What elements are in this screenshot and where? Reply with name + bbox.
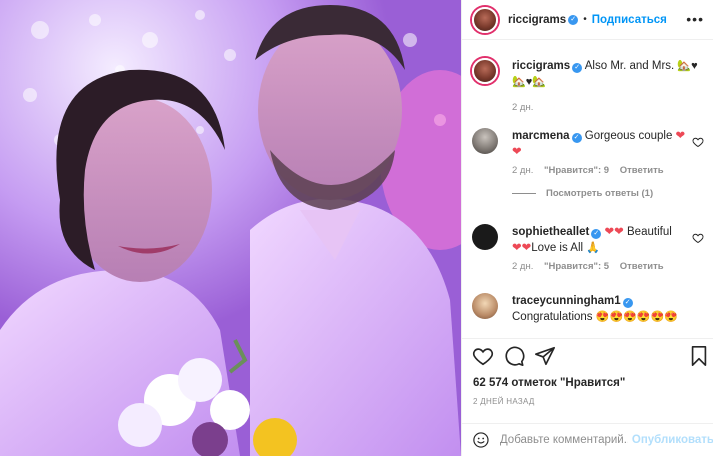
comment-text: Congratulations (512, 311, 593, 323)
post-timestamp: 2 ДНЕЙ НАЗАД (473, 397, 535, 406)
caption: riccigrams ✓ Also Mr. and Mrs. 🏡♥🏡♥🏡 2 дн… (472, 58, 704, 113)
comment-input[interactable] (499, 434, 628, 446)
comment-item: marcmena ✓ Gorgeous couple ❤ ❤ 2 дн. "Нра… (472, 128, 704, 199)
add-comment-bar: Опубликовать (462, 423, 713, 456)
verified-badge-icon: ✓ (591, 229, 602, 239)
smiley-icon[interactable] (472, 430, 490, 450)
commenter-avatar[interactable] (472, 293, 498, 319)
comment-text: Gorgeous couple (584, 130, 673, 142)
likes-count[interactable]: 62 574 отметок "Нравится" (473, 377, 625, 389)
post-side-panel: riccigrams ✓ • Подписаться ••• riccigram… (461, 0, 713, 456)
comment-likes[interactable]: "Нравится": 9 (544, 165, 609, 176)
like-comment-heart-icon[interactable] (692, 136, 704, 148)
caption-text: Also Mr. and Mrs. (584, 60, 675, 72)
commenter-avatar[interactable] (472, 224, 498, 250)
caption-username[interactable]: riccigrams (512, 60, 570, 72)
comments-list[interactable]: riccigrams ✓ Also Mr. and Mrs. 🏡♥🏡♥🏡 2 дн… (462, 40, 713, 340)
separator-dot: • (583, 14, 587, 25)
comment-username[interactable]: traceycunningham1 (512, 295, 621, 307)
comment-meta: 2 дн. "Нравится": 5 Ответить (512, 261, 704, 272)
paper-plane-icon[interactable] (534, 345, 556, 367)
comment-body: sophietheallet ✓ ❤❤ Beautiful ❤❤Love is A… (512, 224, 704, 256)
couple-photo-illustration (0, 0, 461, 456)
reply-button[interactable]: Ответить (620, 261, 664, 272)
comment-bubble-icon[interactable] (503, 345, 525, 367)
verified-badge-icon: ✓ (571, 133, 582, 143)
verified-badge-icon: ✓ (572, 63, 583, 73)
comment-text: Beautiful (627, 226, 672, 238)
comment-time: 2 дн. (512, 261, 534, 272)
publish-button[interactable]: Опубликовать (632, 434, 713, 446)
post-header: riccigrams ✓ • Подписаться ••• (462, 0, 713, 40)
comment-body: marcmena ✓ Gorgeous couple ❤ ❤ (512, 128, 704, 160)
caption-time: 2 дн. (512, 102, 534, 113)
follow-button[interactable]: Подписаться (592, 14, 667, 26)
like-comment-heart-icon[interactable] (692, 232, 704, 244)
heart-eyes-emoji: 😍😍😍😍😍😍 (595, 311, 678, 323)
comment-text-line2: Love is All (531, 242, 584, 254)
replies-line (512, 193, 536, 194)
comment-meta: 2 дн. "Нравится": 9 Ответить (512, 165, 704, 176)
heart-emoji: ❤ (675, 130, 686, 142)
view-replies-button[interactable]: Посмотреть ответы (1) (512, 188, 704, 199)
author-avatar[interactable] (472, 6, 498, 33)
comment-item: sophietheallet ✓ ❤❤ Beautiful ❤❤Love is A… (472, 224, 704, 272)
verified-badge-icon: ✓ (622, 298, 633, 308)
comment-username[interactable]: marcmena (512, 130, 570, 142)
more-options-icon[interactable]: ••• (686, 11, 704, 27)
heart-emoji: ❤❤ (512, 242, 532, 254)
author-username[interactable]: riccigrams (508, 14, 566, 26)
heart-emoji: ❤ (512, 146, 522, 158)
comment-item: traceycunningham1 ✓ Congratulations 😍😍😍😍😍… (472, 293, 704, 325)
view-replies-label: Посмотреть ответы (1) (546, 188, 654, 199)
pray-emoji: 🙏 (586, 242, 600, 254)
caption-meta: 2 дн. (512, 102, 704, 113)
commenter-avatar[interactable] (472, 128, 498, 154)
heart-outline-icon[interactable] (472, 345, 494, 367)
comment-likes[interactable]: "Нравится": 5 (544, 261, 609, 272)
caption-avatar[interactable] (472, 58, 498, 84)
comment-time: 2 дн. (512, 165, 534, 176)
comment-body: traceycunningham1 ✓ Congratulations 😍😍😍😍😍… (512, 293, 704, 325)
post-photo[interactable] (0, 0, 461, 456)
bookmark-icon[interactable] (688, 345, 710, 367)
verified-badge-icon: ✓ (568, 14, 579, 25)
reply-button[interactable]: Ответить (620, 165, 664, 176)
heart-emoji: ❤❤ (604, 226, 624, 238)
action-bar (462, 338, 713, 372)
comment-username[interactable]: sophietheallet (512, 226, 589, 238)
caption-body: riccigrams ✓ Also Mr. and Mrs. 🏡♥🏡♥🏡 (512, 58, 704, 90)
